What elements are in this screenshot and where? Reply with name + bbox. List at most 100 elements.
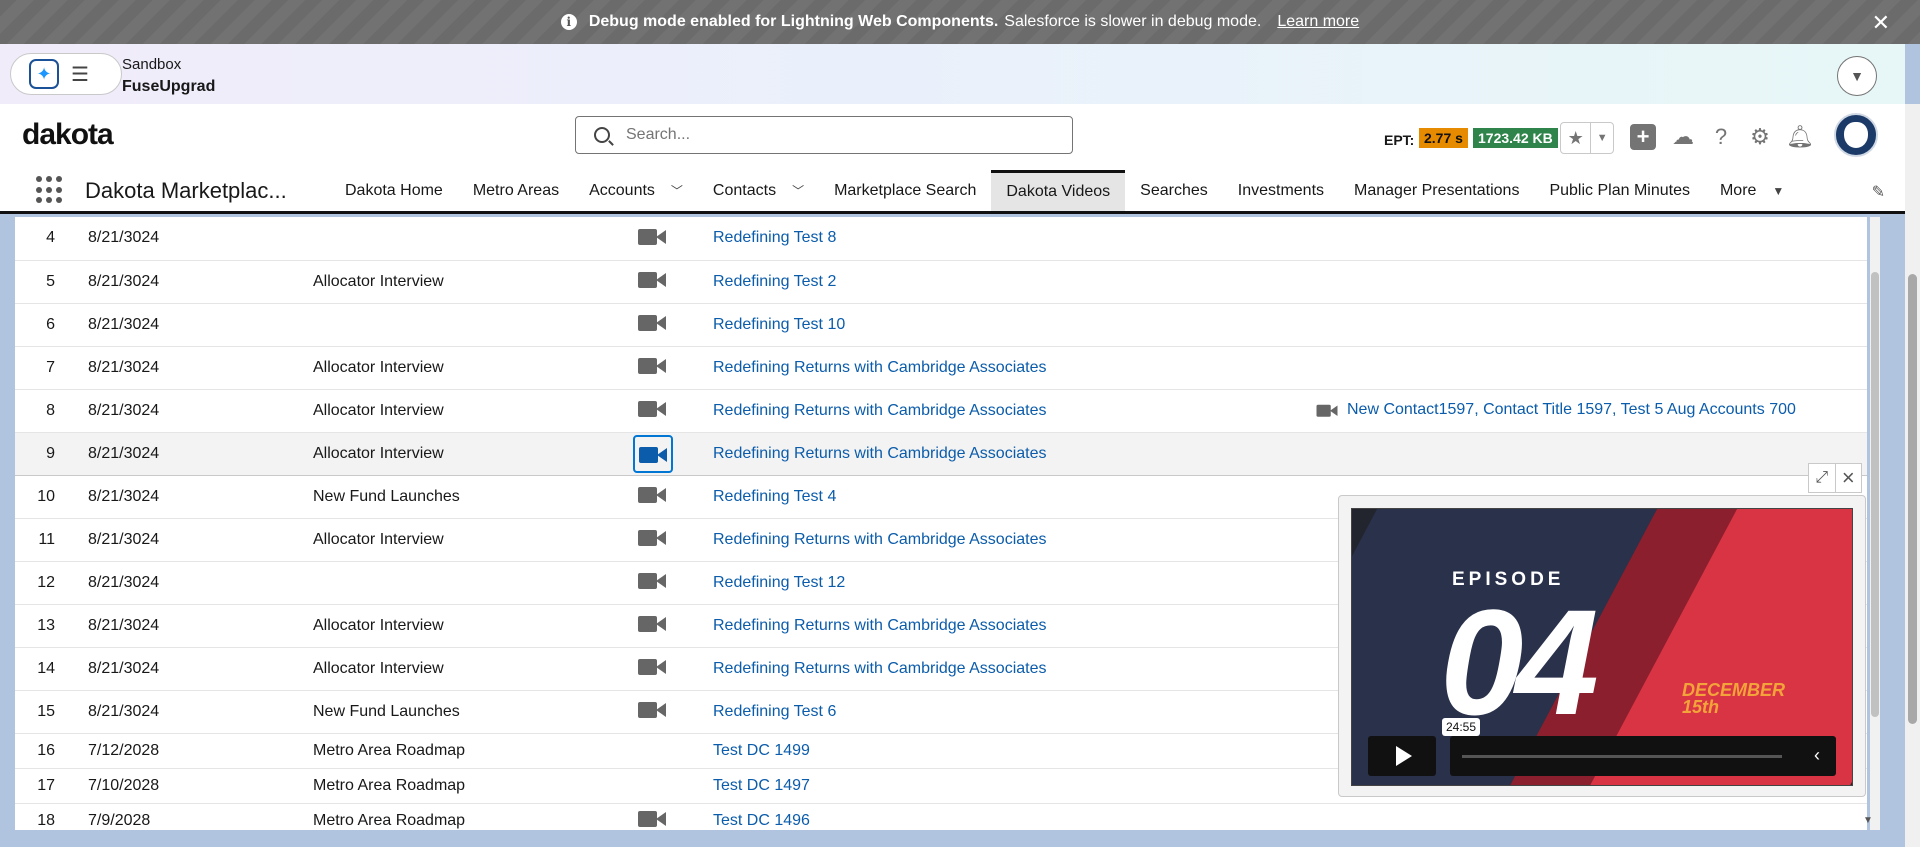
global-add-icon[interactable]: + — [1630, 124, 1656, 150]
table-row[interactable]: 8 8/21/3024 Allocator Interview Redefining … — [15, 389, 1867, 432]
chevron-down-icon[interactable]: ﹀ — [671, 182, 683, 199]
video-camera-icon[interactable] — [638, 700, 666, 718]
chevron-left-icon[interactable]: ‹ — [1814, 745, 1820, 766]
sandbox-label: Sandbox — [122, 56, 182, 73]
favorites-button-group[interactable]: ★ ▼ — [1560, 122, 1614, 154]
caret-down-icon[interactable]: ▼ — [1772, 184, 1784, 198]
avatar[interactable] — [1834, 113, 1878, 157]
help-icon[interactable]: ? — [1708, 124, 1734, 150]
row-title-cell: Redefining Returns with Cambridge Associ… — [713, 432, 1313, 475]
expand-icon[interactable]: ⤢ — [1809, 464, 1835, 492]
table-row[interactable]: 4 8/21/3024 Redefining Test 8 — [15, 217, 1867, 260]
row-title-cell: Redefining Returns with Cambridge Associ… — [713, 604, 1313, 647]
edit-nav-icon[interactable]: ✎ — [1872, 182, 1885, 202]
debug-banner-bold: Debug mode enabled for Lightning Web Com… — [588, 13, 999, 30]
video-camera-icon[interactable] — [638, 614, 666, 632]
video-camera-icon[interactable] — [638, 270, 666, 288]
row-type: Allocator Interview — [313, 401, 444, 419]
list-scrollbar[interactable] — [1870, 217, 1880, 830]
tab-marketplace-search[interactable]: Marketplace Search — [819, 170, 991, 211]
video-camera-icon[interactable] — [638, 571, 666, 589]
related-records-link[interactable]: New Contact1597, Contact Title 1597, Tes… — [1347, 402, 1796, 419]
video-title-link[interactable]: Redefining Returns with Cambridge Associ… — [713, 359, 1047, 376]
tab-searches[interactable]: Searches — [1125, 170, 1223, 211]
video-camera-icon[interactable] — [638, 227, 666, 245]
video-title-link[interactable]: Test DC 1496 — [713, 812, 810, 829]
play-button[interactable] — [1368, 736, 1436, 776]
video-title-link[interactable]: Redefining Test 4 — [713, 488, 836, 505]
video-title-link[interactable]: Redefining Returns with Cambridge Associ… — [713, 531, 1047, 548]
learn-more-link[interactable]: Learn more — [1277, 13, 1359, 31]
chevron-down-icon[interactable]: ﹀ — [792, 182, 804, 199]
video-title-link[interactable]: Redefining Returns with Cambridge Associ… — [713, 617, 1047, 634]
video-camera-icon[interactable] — [638, 485, 666, 503]
video-camera-icon[interactable] — [638, 528, 666, 546]
tab-manager-presentations[interactable]: Manager Presentations — [1339, 170, 1534, 211]
video-title-link[interactable]: Redefining Test 2 — [713, 273, 836, 290]
row-video-cell — [638, 346, 713, 389]
row-number: 7 — [46, 358, 55, 376]
global-search[interactable] — [575, 116, 1073, 154]
search-input[interactable] — [624, 125, 1048, 145]
close-icon[interactable]: ✕ — [1872, 10, 1890, 36]
ept-size-badge: 1723.42 KB — [1473, 128, 1558, 148]
table-row[interactable]: 18 7/9/2028 Metro Area Roadmap Test DC 1496 — [15, 803, 1867, 830]
row-video-cell — [638, 217, 713, 260]
table-row[interactable]: 9 8/21/3024 Allocator Interview Redefining … — [15, 432, 1867, 475]
tab-dakota-videos[interactable]: Dakota Videos — [991, 170, 1126, 211]
row-title-cell: Redefining Test 10 — [713, 303, 1313, 346]
video-player[interactable]: EPISODE 04 DECEMBER 15th 24:55 ‹ — [1351, 508, 1853, 786]
tab-accounts[interactable]: Accounts ﹀ — [574, 170, 698, 211]
tab-dakota-home[interactable]: Dakota Home — [330, 170, 458, 211]
progress-track[interactable] — [1462, 755, 1782, 758]
bell-icon[interactable]: 🔔︎ — [1786, 124, 1814, 150]
debug-banner-text: Salesforce is slower in debug mode. — [1004, 13, 1262, 30]
video-title-link[interactable]: Redefining Test 10 — [713, 316, 845, 333]
tab-contacts[interactable]: Contacts ﹀ — [698, 170, 819, 211]
video-title-link[interactable]: Redefining Test 6 — [713, 703, 836, 720]
row-number: 12 — [37, 573, 55, 591]
trailhead-icon[interactable]: ☁ — [1670, 124, 1696, 150]
video-camera-icon[interactable] — [638, 313, 666, 331]
einstein-icon[interactable]: ✦ — [29, 59, 59, 89]
table-row[interactable]: 7 8/21/3024 Allocator Interview Redefining … — [15, 346, 1867, 389]
video-title-link[interactable]: Redefining Test 8 — [713, 229, 836, 246]
chevron-down-icon[interactable]: ▼ — [1837, 56, 1877, 96]
table-row[interactable]: 5 8/21/3024 Allocator Interview Redefining … — [15, 260, 1867, 303]
row-video-cell — [638, 303, 713, 346]
tab-public-plan-minutes[interactable]: Public Plan Minutes — [1534, 170, 1705, 211]
progress-bar[interactable]: ‹ — [1450, 736, 1836, 776]
row-date: 8/21/3024 — [88, 702, 160, 720]
menu-icon[interactable]: ☰ — [71, 62, 89, 87]
tab-metro-areas[interactable]: Metro Areas — [458, 170, 574, 211]
row-date: 8/21/3024 — [88, 358, 160, 376]
app-launcher-icon[interactable] — [36, 176, 64, 204]
tab-investments[interactable]: Investments — [1223, 170, 1339, 211]
video-title-link[interactable]: Test DC 1497 — [713, 777, 810, 794]
video-title-link[interactable]: Redefining Test 12 — [713, 574, 845, 591]
scroll-down-icon[interactable]: ▼ — [1863, 815, 1873, 826]
video-camera-icon[interactable] — [638, 809, 666, 827]
tab-more[interactable]: More ▼ — [1705, 170, 1799, 211]
video-title-link[interactable]: Redefining Returns with Cambridge Associ… — [713, 402, 1047, 419]
row-video-cell — [638, 561, 713, 604]
app-launcher-pill[interactable]: ✦ ☰ — [10, 53, 122, 95]
table-row[interactable]: 6 8/21/3024 Redefining Test 10 — [15, 303, 1867, 346]
row-number: 9 — [46, 444, 55, 462]
row-video-cell — [638, 475, 713, 518]
chevron-down-icon[interactable]: ▼ — [1591, 123, 1613, 153]
row-type: Allocator Interview — [313, 659, 444, 677]
close-icon[interactable]: × — [1834, 464, 1862, 492]
video-title-link[interactable]: Redefining Returns with Cambridge Associ… — [713, 445, 1047, 462]
video-title-link[interactable]: Test DC 1499 — [713, 742, 810, 759]
video-camera-icon[interactable] — [638, 399, 666, 417]
video-camera-icon[interactable] — [638, 657, 666, 675]
row-title-cell: Test DC 1499 — [713, 733, 1313, 768]
row-video-cell — [633, 432, 713, 475]
video-title-link[interactable]: Redefining Returns with Cambridge Associ… — [713, 660, 1047, 677]
gear-icon[interactable]: ⚙ — [1747, 124, 1773, 150]
page-scrollbar[interactable] — [1905, 104, 1920, 847]
video-camera-button[interactable] — [633, 434, 673, 473]
video-camera-icon[interactable] — [638, 356, 666, 374]
star-icon[interactable]: ★ — [1561, 123, 1592, 153]
